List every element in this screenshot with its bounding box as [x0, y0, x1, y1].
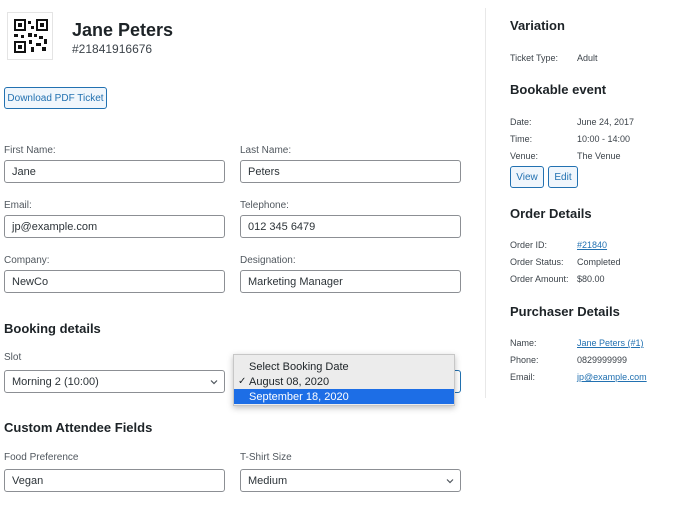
- first-name-label: First Name:: [4, 145, 56, 156]
- designation-field[interactable]: Marketing Manager: [240, 270, 461, 293]
- slot-select[interactable]: Morning 2 (10:00): [4, 370, 225, 393]
- company-field[interactable]: NewCo: [4, 270, 225, 293]
- purchaser-phone-key: Phone:: [510, 355, 539, 365]
- attendee-name: Jane Peters: [72, 20, 174, 40]
- order-amount-key: Order Amount:: [510, 274, 569, 284]
- custom-fields-heading: Custom Attendee Fields: [4, 420, 153, 435]
- food-preference-field[interactable]: Vegan: [4, 469, 225, 492]
- email-field[interactable]: jp@example.com: [4, 215, 225, 238]
- booking-details-heading: Booking details: [4, 321, 101, 336]
- first-name-field[interactable]: Jane: [4, 160, 225, 183]
- date-option[interactable]: August 08, 2020: [234, 374, 454, 389]
- purchaser-name-link[interactable]: Jane Peters (#1): [577, 338, 644, 348]
- purchaser-name-key: Name:: [510, 338, 537, 348]
- last-name-label: Last Name:: [240, 145, 292, 156]
- variation-heading: Variation: [510, 18, 565, 33]
- qr-code-icon: [7, 12, 53, 60]
- tshirt-size-value: Medium: [248, 474, 288, 487]
- purchaser-email-link[interactable]: jp@example.com: [577, 372, 647, 382]
- telephone-label: Telephone:: [240, 200, 289, 211]
- chevron-down-icon: [210, 380, 218, 385]
- tshirt-size-label: T-Shirt Size: [240, 452, 292, 463]
- bookable-event-heading: Bookable event: [510, 82, 607, 97]
- slot-value: Morning 2 (10:00): [12, 375, 99, 388]
- booking-date-dropdown[interactable]: Select Booking Date August 08, 2020 Sept…: [233, 354, 455, 406]
- food-preference-label: Food Preference: [4, 452, 79, 463]
- ticket-type-key: Ticket Type:: [510, 53, 559, 63]
- company-label: Company:: [4, 255, 50, 266]
- download-pdf-button[interactable]: Download PDF Ticket: [4, 87, 107, 109]
- edit-event-button[interactable]: Edit: [548, 166, 578, 188]
- email-label: Email:: [4, 200, 32, 211]
- event-time-key: Time:: [510, 134, 533, 144]
- date-option[interactable]: September 18, 2020: [234, 389, 454, 404]
- order-status-value: Completed: [577, 257, 621, 267]
- order-status-key: Order Status:: [510, 257, 564, 267]
- last-name-field[interactable]: Peters: [240, 160, 461, 183]
- designation-label: Designation:: [240, 255, 296, 266]
- purchaser-email-key: Email:: [510, 372, 536, 382]
- ticket-id: #21841916676: [72, 42, 153, 56]
- telephone-field[interactable]: 012 345 6479: [240, 215, 461, 238]
- order-id-key: Order ID:: [510, 240, 548, 250]
- purchaser-phone-value: 0829999999: [577, 355, 628, 365]
- slot-label: Slot: [4, 352, 22, 363]
- purchaser-details-heading: Purchaser Details: [510, 304, 620, 319]
- order-amount-value: $80.00: [577, 274, 605, 284]
- date-option[interactable]: Select Booking Date: [234, 359, 454, 374]
- view-event-button[interactable]: View: [510, 166, 544, 188]
- event-venue-key: Venue:: [510, 151, 539, 161]
- event-time-value: 10:00 - 14:00: [577, 134, 631, 144]
- column-divider: [485, 8, 486, 398]
- event-venue-value: The Venue: [577, 151, 621, 161]
- order-id-link[interactable]: #21840: [577, 240, 607, 250]
- event-date-key: Date:: [510, 117, 532, 127]
- ticket-type-value: Adult: [577, 53, 598, 63]
- chevron-down-icon: [446, 479, 454, 484]
- order-details-heading: Order Details: [510, 206, 592, 221]
- event-date-value: June 24, 2017: [577, 117, 635, 127]
- tshirt-size-select[interactable]: Medium: [240, 469, 461, 492]
